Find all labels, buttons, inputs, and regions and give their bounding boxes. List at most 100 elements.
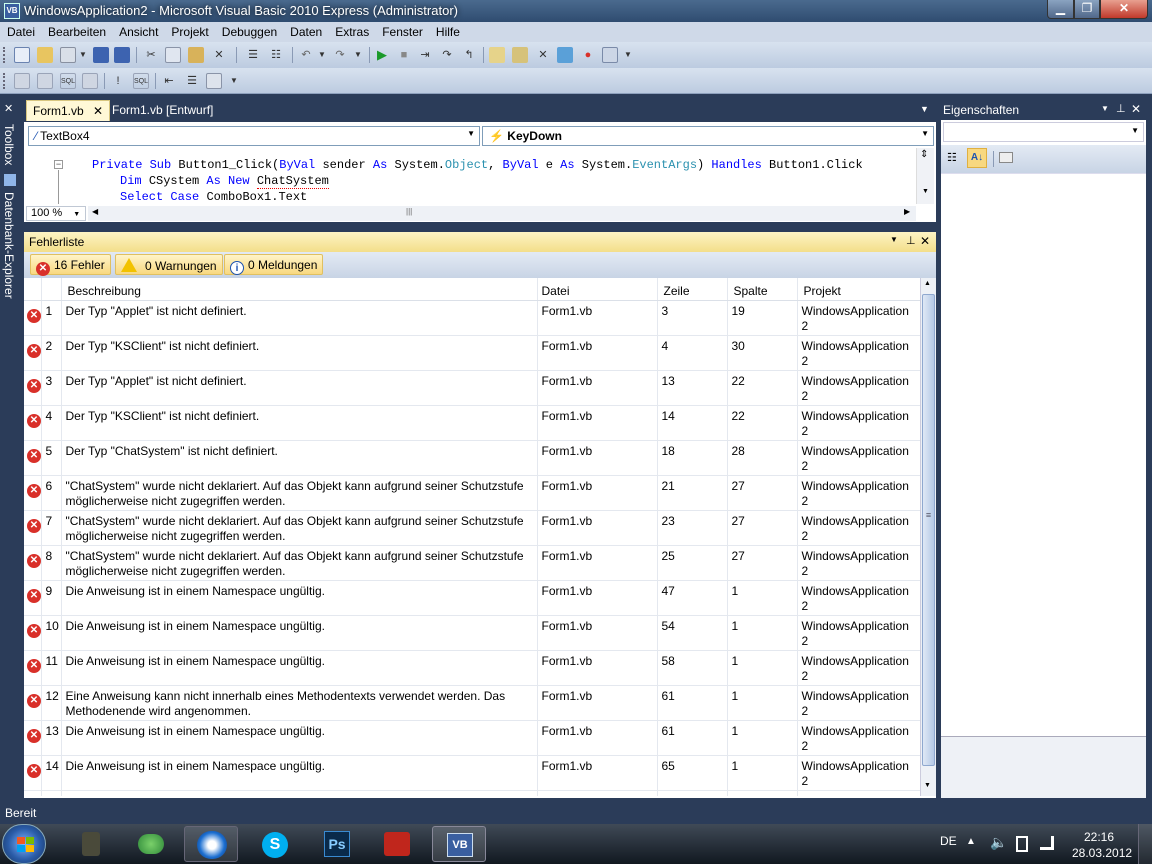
- sql-icon[interactable]: SQL: [60, 73, 76, 89]
- find-icon[interactable]: [489, 47, 505, 63]
- step-out-icon[interactable]: ↰: [461, 47, 477, 63]
- scroll-up-icon[interactable]: ▲: [924, 280, 931, 287]
- scroll-thumb[interactable]: ≡: [922, 294, 935, 766]
- open-folder-icon[interactable]: [37, 47, 53, 63]
- toolbox-icon[interactable]: ✕: [4, 102, 13, 115]
- code-line[interactable]: Select Case ComboBox1.Text: [120, 190, 307, 204]
- undo-icon[interactable]: ↶: [298, 47, 314, 63]
- tab-form1-design[interactable]: Form1.vb [Entwurf]: [106, 100, 219, 121]
- toolbar-overflow-icon[interactable]: ▼: [226, 73, 242, 89]
- grid-icon[interactable]: [37, 73, 53, 89]
- toolbox-tools-icon[interactable]: ✕: [535, 47, 551, 63]
- table-row[interactable]: ✕ 13 Die Anweisung ist in einem Namespace …: [24, 720, 920, 756]
- maximize-button[interactable]: ❐: [1074, 0, 1100, 19]
- skype-icon[interactable]: S: [248, 826, 302, 862]
- close-panel-icon[interactable]: ✕: [1131, 102, 1141, 116]
- clock-date[interactable]: 28.03.2012: [1072, 846, 1132, 860]
- messenger-icon[interactable]: [124, 826, 178, 862]
- menu-fenster[interactable]: Fenster: [375, 22, 429, 42]
- panel-dropdown-icon[interactable]: ▼: [1101, 104, 1109, 113]
- battery-icon[interactable]: [1016, 836, 1028, 852]
- scroll-right-icon[interactable]: ▶: [904, 207, 910, 216]
- delete-icon[interactable]: ✕: [211, 47, 227, 63]
- menu-ansicht[interactable]: Ansicht: [112, 22, 164, 42]
- column-header[interactable]: Projekt: [797, 278, 920, 301]
- outdent-icon[interactable]: ☰: [184, 73, 200, 89]
- verify-icon[interactable]: !: [110, 73, 126, 89]
- redo-dropdown-icon[interactable]: ▼: [350, 47, 366, 63]
- table-row[interactable]: ✕ 11 Die Anweisung ist in einem Namespace …: [24, 650, 920, 686]
- pin-icon[interactable]: ⊥: [906, 234, 916, 247]
- table-row[interactable]: ✕ 12 Eine Anweisung kann nicht innerhalb e…: [24, 685, 920, 721]
- properties-icon[interactable]: [512, 47, 528, 63]
- column-header[interactable]: Zeile: [657, 278, 728, 301]
- redo-icon[interactable]: ↷: [332, 47, 348, 63]
- step-over-icon[interactable]: ↷: [439, 47, 455, 63]
- table-row[interactable]: ✕ 14 Die Anweisung ist in einem Namespace …: [24, 755, 920, 791]
- sql-execute-icon[interactable]: SQL: [133, 73, 149, 89]
- filezilla-icon[interactable]: [370, 826, 424, 862]
- object-browser-icon[interactable]: [557, 47, 573, 63]
- table-row[interactable]: ✕ 4 Der Typ "KSClient" ist nicht definiert…: [24, 405, 920, 441]
- tab-form1-vb[interactable]: Form1.vb ✕: [26, 100, 111, 121]
- split-icon[interactable]: ⇕: [920, 149, 928, 160]
- tab-dropdown-icon[interactable]: ▼: [920, 104, 929, 114]
- dropdown-arrow-icon[interactable]: ▼: [75, 47, 91, 63]
- error-list-icon[interactable]: ●: [580, 47, 596, 63]
- add-item-icon[interactable]: [60, 47, 76, 63]
- scroll-thumb[interactable]: |||: [406, 207, 412, 216]
- categorized-icon[interactable]: ☷: [947, 151, 957, 164]
- step-into-icon[interactable]: ⇥: [417, 47, 433, 63]
- errors-filter-button[interactable]: ✕ 16 Fehler: [30, 254, 111, 276]
- minimize-button[interactable]: ▁: [1047, 0, 1074, 19]
- cut-icon[interactable]: ✂: [143, 47, 159, 63]
- table-row[interactable]: ✕ 9 Die Anweisung ist in einem Namespace u…: [24, 580, 920, 616]
- code-line[interactable]: Dim CSystem As New ChatSystem: [120, 174, 329, 189]
- indent-icon[interactable]: ⇤: [161, 73, 177, 89]
- column-header[interactable]: Spalte: [727, 278, 798, 301]
- results-icon[interactable]: [82, 73, 98, 89]
- editor-horizontal-scrollbar[interactable]: ◀ ||| ▶: [88, 206, 916, 221]
- menu-bearbeiten[interactable]: Bearbeiten: [41, 22, 112, 42]
- menu-debuggen[interactable]: Debuggen: [215, 22, 283, 42]
- table-row[interactable]: ✕ 6 "ChatSystem" wurde nicht deklariert. A…: [24, 475, 920, 511]
- object-combo[interactable]: ⁄ TextBox4 ▼: [28, 126, 480, 146]
- photoshop-icon[interactable]: Ps: [310, 826, 364, 862]
- warnings-filter-button[interactable]: 0 Warnungen: [115, 254, 223, 275]
- table-row[interactable]: ✕ 3 Der Typ "Applet" ist nicht definiert. F…: [24, 370, 920, 406]
- uncomment-icon[interactable]: ☷: [268, 47, 284, 63]
- error-list-scrollbar[interactable]: ▲ ≡ ▼: [920, 278, 936, 796]
- vb-app-icon[interactable]: VB: [4, 3, 20, 19]
- close-button[interactable]: ✕: [1100, 0, 1148, 19]
- pin-icon[interactable]: ⊥: [1116, 102, 1126, 115]
- save-all-icon[interactable]: [114, 47, 130, 63]
- close-tab-icon[interactable]: ✕: [93, 104, 103, 118]
- volume-icon[interactable]: 🔈: [990, 834, 1007, 851]
- toolbar-overflow-icon[interactable]: ▼: [620, 47, 636, 63]
- menu-hilfe[interactable]: Hilfe: [429, 22, 466, 42]
- table-row[interactable]: ✕ 1 Der Typ "Applet" ist nicht definiert. F…: [24, 300, 920, 336]
- properties-object-combo[interactable]: ▼: [943, 122, 1144, 142]
- table-row[interactable]: [24, 790, 920, 796]
- close-panel-icon[interactable]: ✕: [920, 234, 930, 248]
- table-row[interactable]: ✕ 2 Der Typ "KSClient" ist nicht definiert…: [24, 335, 920, 371]
- toolbar-grip[interactable]: [3, 47, 6, 63]
- tray-expand-icon[interactable]: ▲: [966, 836, 976, 847]
- stop-icon[interactable]: ■: [396, 47, 412, 63]
- property-grid[interactable]: [941, 173, 1146, 733]
- zoom-selector[interactable]: 100 % ▼: [26, 206, 86, 221]
- table-row[interactable]: ✕ 10 Die Anweisung ist in einem Namespace …: [24, 615, 920, 651]
- language-indicator[interactable]: DE: [940, 834, 957, 848]
- bookmark-icon[interactable]: [206, 73, 222, 89]
- toolbox-tab[interactable]: Toolbox: [2, 124, 16, 165]
- event-combo[interactable]: ⚡ KeyDown ▼: [482, 126, 934, 146]
- browser-icon[interactable]: [184, 826, 238, 862]
- copy-icon[interactable]: [165, 47, 181, 63]
- save-icon[interactable]: [93, 47, 109, 63]
- number-column-header[interactable]: [41, 278, 62, 301]
- scroll-down-icon[interactable]: ▼: [922, 188, 929, 195]
- comment-icon[interactable]: ☰: [245, 47, 261, 63]
- editor-vertical-scrollbar[interactable]: ⇕ ▼: [916, 148, 934, 204]
- menu-daten[interactable]: Daten: [283, 22, 328, 42]
- code-line[interactable]: Private Sub Button1_Click(ByVal sender A…: [92, 158, 863, 172]
